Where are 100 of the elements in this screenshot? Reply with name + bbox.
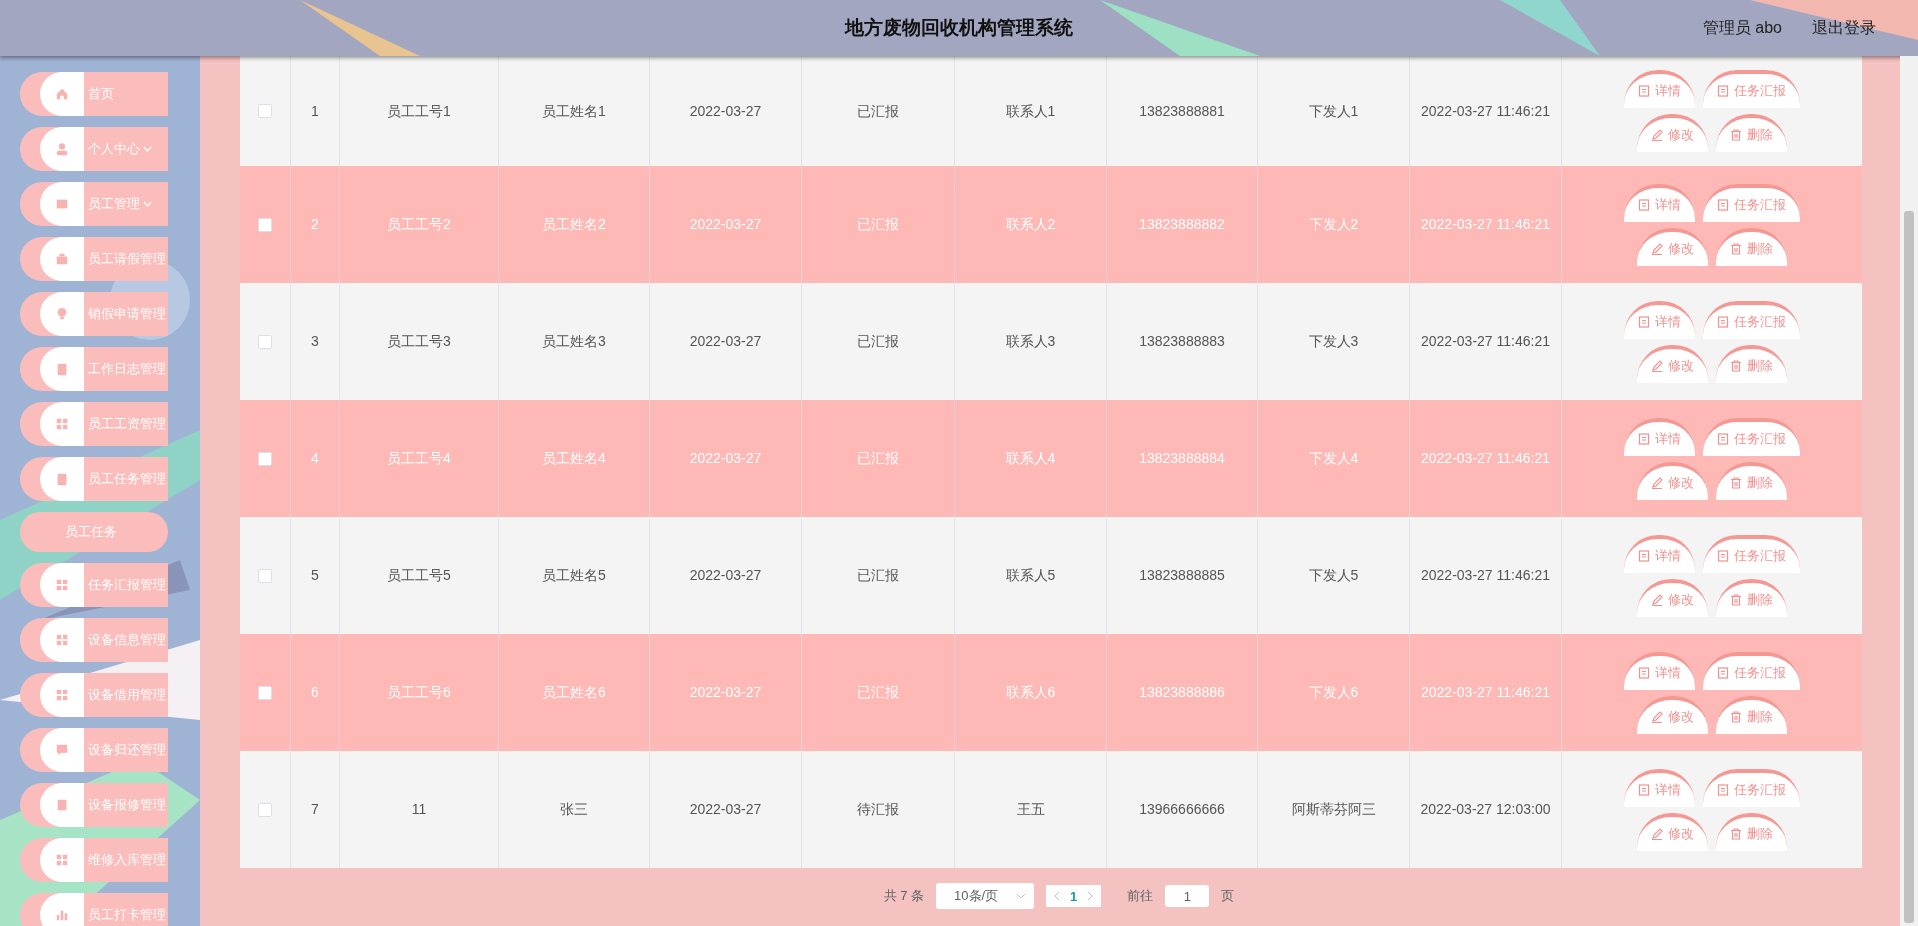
document-icon: [1638, 315, 1650, 328]
total-count: 共 7 条: [883, 887, 925, 905]
sidebar-item[interactable]: 员工请假管理: [20, 237, 168, 281]
table-cell-text: 员工姓名4: [542, 449, 606, 468]
table-cell-text: 员工姓名5: [542, 566, 606, 585]
report-button[interactable]: 任务汇报: [1703, 417, 1800, 456]
detail-button[interactable]: 详情: [1624, 70, 1695, 108]
table-cell-text: 员工姓名2: [542, 215, 606, 234]
sidebar-item[interactable]: 员工打卡管理: [20, 893, 168, 926]
sidebar-item[interactable]: 任务汇报管理: [20, 563, 168, 607]
detail-button[interactable]: 详情: [1624, 183, 1695, 222]
report-button[interactable]: 任务汇报: [1703, 534, 1800, 573]
sidebar-item[interactable]: 设备报修管理: [20, 783, 168, 827]
row-checkbox[interactable]: [258, 104, 272, 118]
detail-button[interactable]: 详情: [1624, 417, 1695, 456]
edit-button[interactable]: 修改: [1637, 227, 1708, 266]
report-button[interactable]: 任务汇报: [1703, 768, 1800, 807]
table-cell-text: 员工工号4: [387, 449, 451, 468]
detail-button[interactable]: 详情: [1624, 768, 1695, 807]
row-checkbox[interactable]: [258, 217, 272, 232]
chevron-icon: [1016, 893, 1027, 899]
scrollbar[interactable]: [1900, 56, 1918, 926]
sidebar-item[interactable]: 设备借用管理: [20, 673, 168, 717]
table-cell-text: 7: [311, 800, 319, 819]
table-cell-text: 已汇报: [857, 101, 899, 121]
delete-button[interactable]: 删除: [1716, 344, 1787, 383]
next-page-icon[interactable]: [1087, 891, 1094, 901]
sidebar-item[interactable]: 员工管理: [20, 182, 168, 226]
edit-button[interactable]: 修改: [1637, 695, 1708, 734]
delete-button[interactable]: 删除: [1716, 461, 1787, 500]
trash-icon: [1730, 827, 1742, 840]
pencil-icon: [1651, 129, 1663, 141]
page-input[interactable]: 1: [1165, 885, 1210, 907]
home-icon: [55, 87, 69, 101]
edit-button[interactable]: 修改: [1637, 578, 1708, 617]
logout-link[interactable]: 退出登录: [1812, 17, 1876, 39]
edit-button[interactable]: 修改: [1637, 461, 1708, 500]
table-cell-text: 下发人5: [1308, 566, 1359, 585]
document-icon: [1638, 198, 1650, 211]
edit-button[interactable]: 修改: [1637, 344, 1708, 383]
sidebar-item[interactable]: 销假申请管理: [20, 292, 168, 336]
edit-button[interactable]: 修改: [1637, 114, 1708, 152]
row-checkbox[interactable]: [258, 685, 272, 700]
delete-button[interactable]: 删除: [1716, 114, 1787, 152]
app-title: 地方废物回收机构管理系统: [845, 16, 1073, 40]
row-checkbox[interactable]: [258, 568, 272, 583]
document-icon: [1717, 198, 1729, 211]
table-cell-text: 员工工号1: [387, 101, 451, 121]
document-icon: [1717, 666, 1729, 679]
table-cell-text: 已汇报: [857, 566, 899, 585]
table-cell-text: 待汇报: [857, 800, 899, 819]
table-cell-text: 已汇报: [857, 449, 899, 468]
delete-button[interactable]: 删除: [1716, 695, 1787, 734]
sidebar-item[interactable]: 设备归还管理: [20, 728, 168, 772]
row-checkbox[interactable]: [258, 334, 272, 349]
delete-button[interactable]: 删除: [1716, 227, 1787, 266]
table-cell-text: 13823888883: [1139, 332, 1225, 351]
edit-button[interactable]: 修改: [1637, 812, 1708, 851]
row-checkbox[interactable]: [258, 802, 272, 817]
report-button[interactable]: 任务汇报: [1703, 70, 1800, 108]
table-cell-text: 2022-03-27: [689, 566, 762, 585]
report-button[interactable]: 任务汇报: [1703, 183, 1800, 222]
document-icon: [1638, 85, 1650, 97]
sidebar-item[interactable]: 员工任务管理: [20, 457, 168, 501]
sidebar-item[interactable]: 个人中心: [20, 127, 168, 171]
table-cell-text: 2022-03-27: [689, 101, 762, 121]
detail-button[interactable]: 详情: [1624, 534, 1695, 573]
report-button[interactable]: 任务汇报: [1703, 300, 1800, 339]
table-cell-text: 13823888884: [1139, 449, 1225, 468]
delete-button[interactable]: 删除: [1716, 578, 1787, 617]
table-cell-text: 4: [311, 449, 319, 468]
bulb-icon: [55, 307, 69, 321]
trash-icon: [1730, 710, 1742, 723]
sidebar-item[interactable]: 设备信息管理: [20, 618, 168, 662]
table-cell-text: 2022-03-27 12:03:00: [1420, 800, 1551, 819]
trash-icon: [1730, 359, 1742, 372]
goto-label: 前往: [1127, 887, 1154, 905]
grid-icon: [55, 578, 69, 592]
page-number[interactable]: 1: [1070, 888, 1078, 904]
detail-button[interactable]: 详情: [1624, 300, 1695, 339]
detail-button[interactable]: 详情: [1624, 651, 1695, 690]
previous-page-icon[interactable]: [1054, 891, 1061, 901]
report-button[interactable]: 任务汇报: [1703, 651, 1800, 690]
sidebar-item[interactable]: 维修入库管理: [20, 838, 168, 882]
row-checkbox[interactable]: [258, 451, 272, 466]
document-icon: [1717, 432, 1729, 445]
table-cell-text: 张三: [560, 800, 588, 819]
document-icon: [1638, 432, 1650, 445]
delete-button[interactable]: 删除: [1716, 812, 1787, 851]
sidebar-item[interactable]: 员工工资管理: [20, 402, 168, 446]
pencil-icon: [1651, 359, 1663, 372]
page-size-select[interactable]: 10条/页: [936, 883, 1035, 909]
submenu-item[interactable]: 员工任务: [20, 512, 168, 552]
grid-icon: [55, 417, 69, 431]
sidebar-item[interactable]: 首页: [20, 72, 168, 116]
table-cell-text: 2022-03-27 11:46:21: [1421, 566, 1550, 585]
table-cell-text: 13823888886: [1139, 683, 1225, 702]
sidebar-item[interactable]: 工作日志管理: [20, 347, 168, 391]
grid-icon: [55, 853, 69, 867]
table-cell-text: 2: [311, 215, 319, 234]
